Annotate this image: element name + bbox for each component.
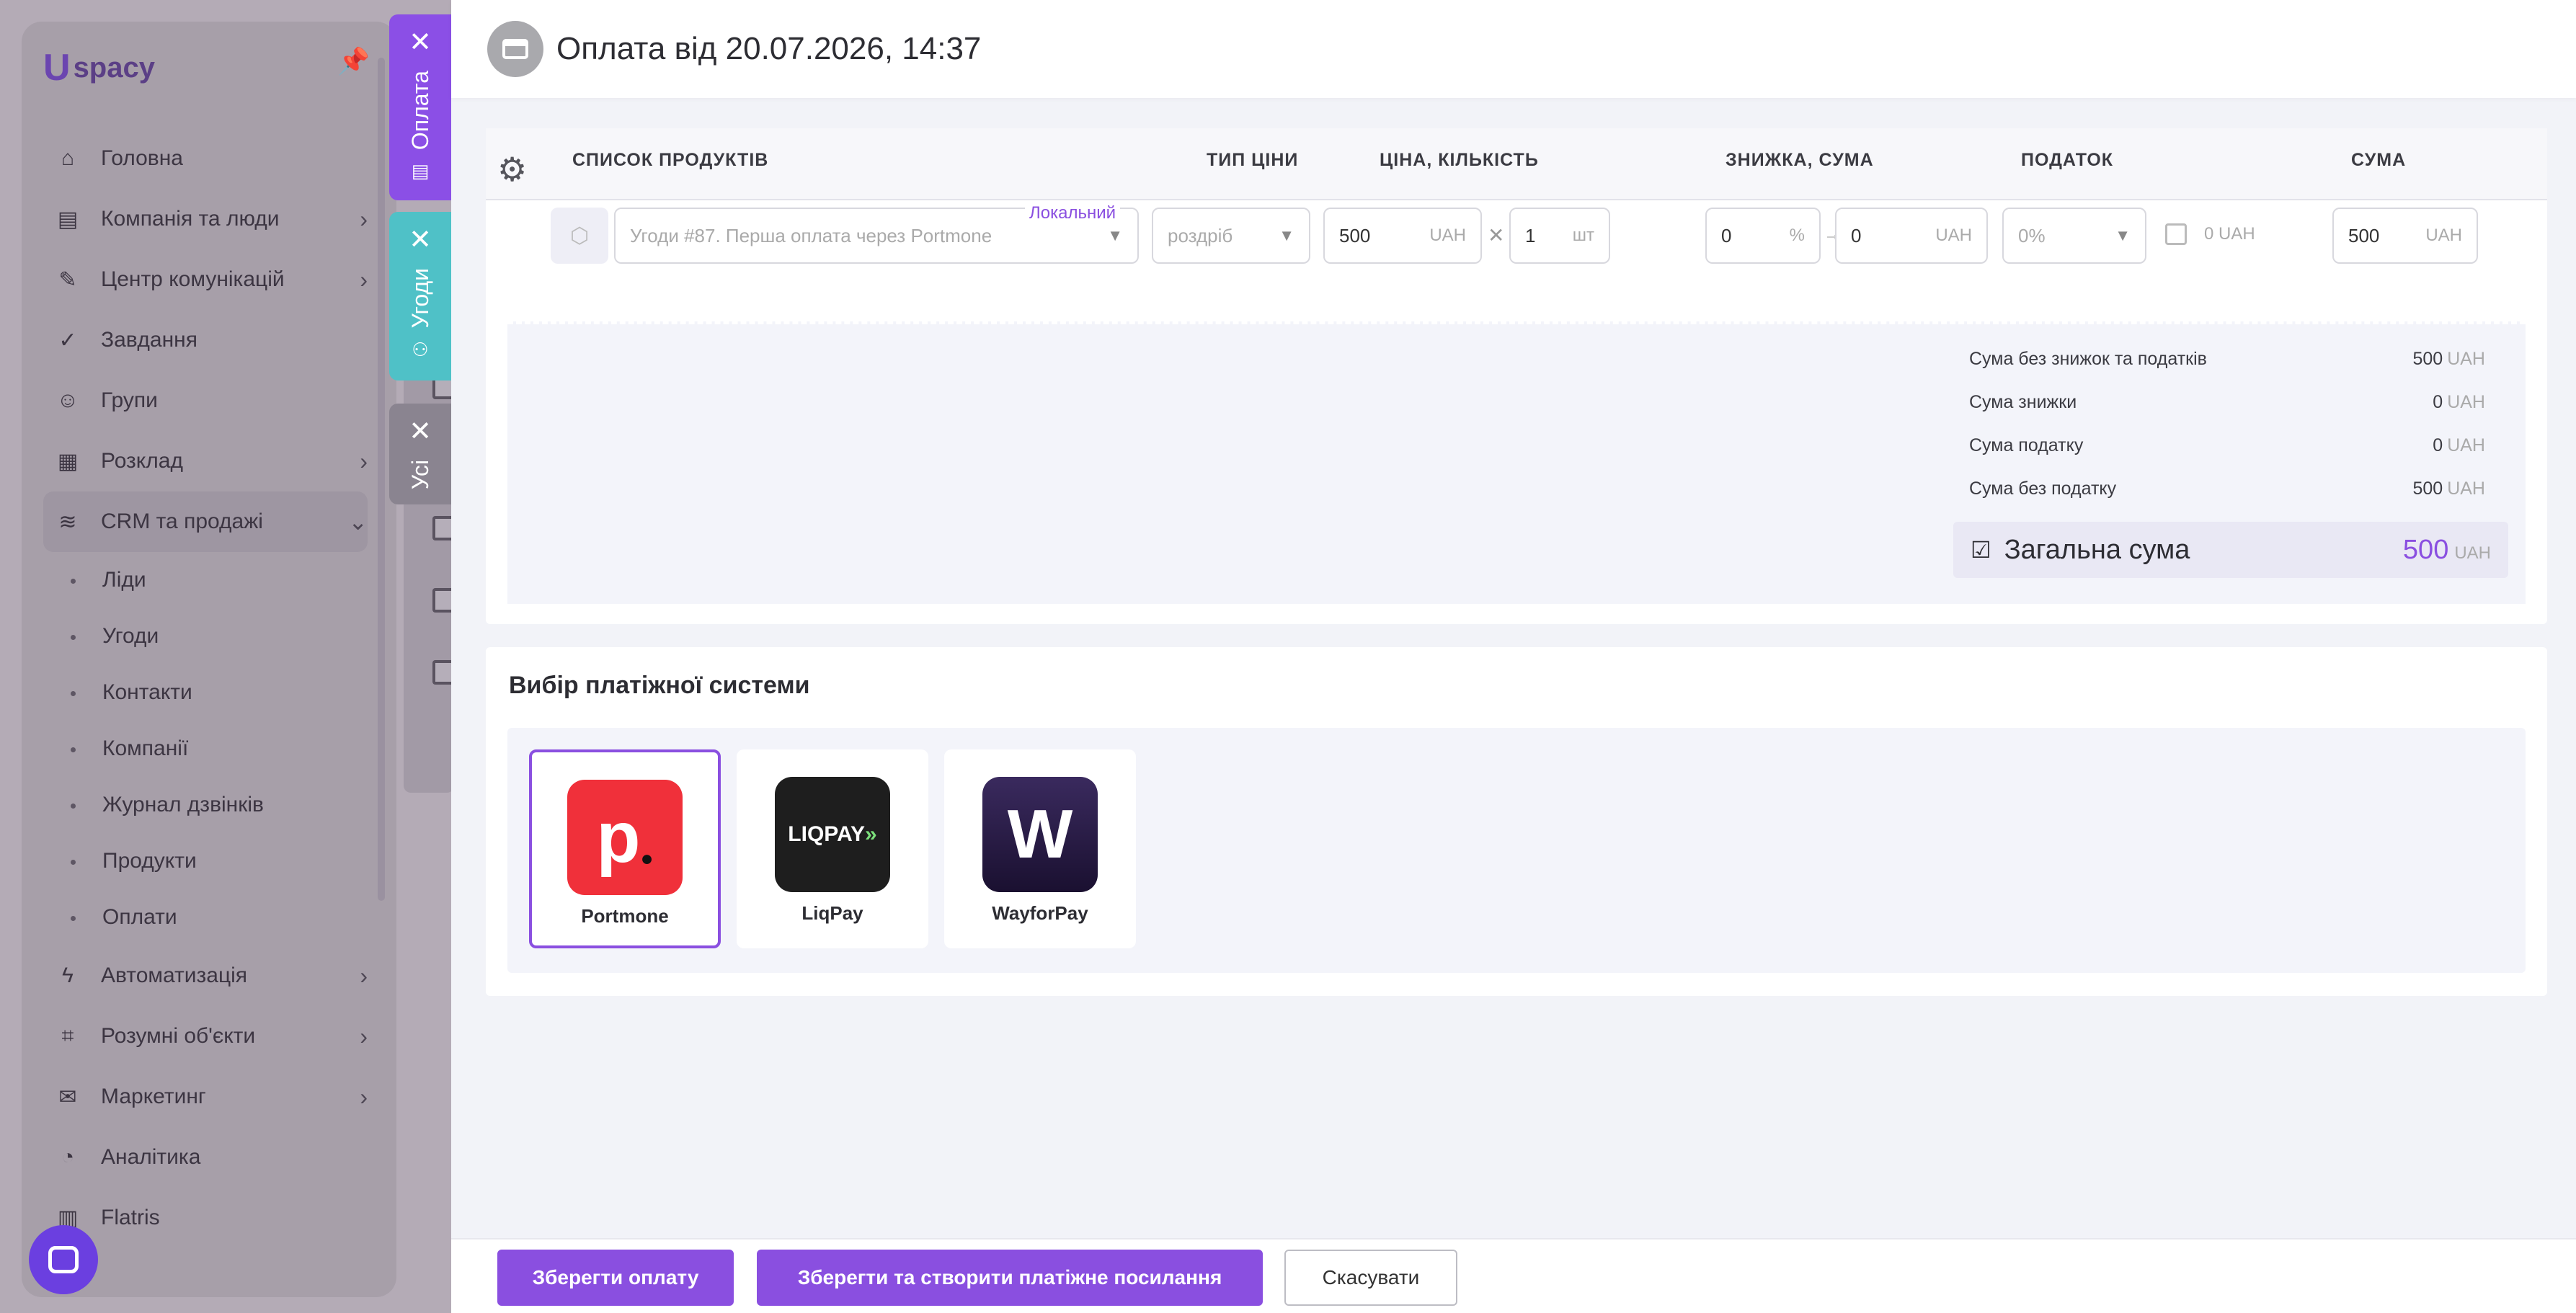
tax-amount: 0 UAH (2204, 224, 2255, 244)
panel-header: Оплата від 20.07.2026, 14:37 (451, 0, 2576, 98)
sidebar-item-tasks[interactable]: ✓ Завдання (50, 310, 368, 370)
liqpay-logo-icon: LIQPAY» (775, 777, 890, 892)
payment-panel: Оплата від 20.07.2026, 14:37 ⚙ СПИСОК ПР… (451, 0, 2576, 1313)
close-icon[interactable]: ✕ (409, 226, 432, 254)
column-price-qty: ЦІНА, КІЛЬКІСТЬ (1380, 150, 1539, 170)
chevron-down-icon: ⌄ (348, 509, 368, 535)
discount-sum-input[interactable]: 0 UAH (1835, 208, 1988, 264)
chat-icon: ✎ (58, 267, 77, 292)
summary-line: Сума податку 0 UAH (1969, 435, 2485, 455)
page-title: Оплата від 20.07.2026, 14:37 (556, 31, 982, 66)
app-logo[interactable]: Uspacy (43, 46, 155, 89)
payment-options: p ● Portmone LIQPAY» LiqPay W WayforPay (507, 728, 2526, 973)
local-badge: Локальний (1025, 203, 1121, 223)
payment-option-liqpay[interactable]: LIQPAY» LiqPay (737, 749, 928, 948)
summary-line: Сума без знижок та податків 500 UAH (1969, 349, 2485, 369)
chevron-right-icon: › (360, 1023, 368, 1049)
sidebar-subitem-contacts[interactable]: Контакти (50, 664, 368, 721)
payment-system-title: Вибір платіжної системи (509, 672, 810, 699)
column-price-type: ТИП ЦІНИ (1207, 150, 1299, 170)
sidebar-subitem-payments[interactable]: Оплати (50, 889, 368, 945)
chat-icon (48, 1246, 79, 1273)
tax-included-checkbox[interactable] (2165, 223, 2187, 245)
side-tab-all[interactable]: ✕ Усі (389, 404, 451, 504)
price-type-select[interactable]: роздріб ▼ (1152, 208, 1310, 264)
sidebar-item-marketing[interactable]: ✉ Маркетинг › (50, 1067, 368, 1127)
table-row: Угоди #87. Перша оплата через Portmone ▼ … (486, 200, 2547, 272)
discount-percent-input[interactable]: 0% (1705, 208, 1821, 264)
column-discount: ЗНИЖКА, СУМА (1726, 150, 1874, 170)
pin-icon[interactable]: 📌 (337, 46, 370, 76)
sidebar-nav: ⌂ Головна ▤ Компанія та люди › ✎ Центр комун… (43, 128, 368, 1248)
sidebar-subitem-companies[interactable]: Компанії (50, 721, 368, 777)
sidebar-item-smart-objects[interactable]: ⌗ Розумні об'єкти › (50, 1006, 368, 1067)
chevron-right-icon: › (360, 448, 368, 474)
products-card: ⚙ СПИСОК ПРОДУКТІВ ТИП ЦІНИ ЦІНА, КІЛЬКІ… (486, 128, 2547, 624)
deals-icon: ⚇ (412, 338, 429, 360)
payment-icon: ▤ (411, 160, 430, 182)
tax-select[interactable]: 0% ▼ (2002, 208, 2146, 264)
sidebar-item-company[interactable]: ▤ Компанія та люди › (50, 189, 368, 249)
dropdown-arrow-icon: ▼ (2115, 226, 2131, 244)
cancel-button[interactable]: Скасувати (1284, 1250, 1457, 1306)
crm-icon: ≋ (58, 509, 77, 534)
sidebar-item-home[interactable]: ⌂ Головна (50, 128, 368, 189)
close-icon[interactable]: ✕ (409, 418, 432, 445)
summary-line: Сума знижки 0 UAH (1969, 392, 2485, 412)
sidebar-item-automation[interactable]: ϟ Автоматизація › (50, 945, 368, 1006)
groups-icon: ☺ (56, 388, 79, 412)
marketing-icon: ✉ (58, 1085, 77, 1109)
total-sum: ☑ Загальна сума 500 UAH (1953, 522, 2508, 578)
dropdown-arrow-icon: ▼ (1279, 226, 1294, 244)
gear-icon[interactable]: ⚙ (497, 150, 528, 189)
side-tab-deals[interactable]: ✕ Угоди ⚇ (389, 212, 451, 380)
sidebar-subitem-deals[interactable]: Угоди (50, 608, 368, 664)
sidebar-subitem-products[interactable]: Продукти (50, 833, 368, 889)
sidebar-item-analytics[interactable]: ◔ Аналітика (50, 1127, 368, 1188)
dropdown-arrow-icon: ▼ (1107, 226, 1123, 244)
chevron-right-icon: › (360, 962, 368, 989)
chevron-right-icon: › (360, 205, 368, 232)
sidebar-item-crm[interactable]: ≋ CRM та продажі ⌄ (43, 491, 368, 552)
sidebar-item-flatris[interactable]: ▥ Flatris (50, 1188, 368, 1248)
sidebar-item-groups[interactable]: ☺ Групи (50, 370, 368, 431)
column-products: СПИСОК ПРОДУКТІВ (572, 150, 769, 170)
price-input[interactable]: 500 UAH (1323, 208, 1482, 264)
chevron-right-icon: › (360, 266, 368, 293)
sidebar-subitem-call-log[interactable]: Журнал дзвінків (50, 777, 368, 833)
multiply-icon: ✕ (1488, 224, 1505, 246)
chevron-right-icon: › (360, 1083, 368, 1110)
table-header: ⚙ СПИСОК ПРОДУКТІВ ТИП ЦІНИ ЦІНА, КІЛЬКІ… (486, 128, 2547, 200)
sidebar-item-schedule[interactable]: ▦ Розклад › (50, 431, 368, 491)
sidebar-scrollbar[interactable] (378, 58, 385, 901)
payment-system-card: Вибір платіжної системи p ● Portmone LIQP… (486, 647, 2547, 996)
company-icon: ▤ (57, 207, 79, 231)
sidebar-item-communications[interactable]: ✎ Центр комунікацій › (50, 249, 368, 310)
home-icon: ⌂ (61, 146, 75, 170)
save-payment-button[interactable]: Зберегти оплату (497, 1250, 734, 1306)
receipt-icon: ☑ (1971, 537, 1991, 563)
calendar-icon: ▦ (57, 449, 79, 473)
analytics-icon: ◔ (61, 1145, 75, 1169)
payment-option-wayforpay[interactable]: W WayforPay (944, 749, 1136, 948)
save-and-create-link-button[interactable]: Зберегти та створити платіжне посилання (757, 1250, 1263, 1306)
check-icon: ✓ (58, 328, 77, 352)
close-icon[interactable]: ✕ (409, 29, 432, 56)
sum-input[interactable]: 500 UAH (2332, 208, 2478, 264)
quantity-input[interactable]: 1 шт (1509, 208, 1610, 264)
smart-object-icon: ⌗ (61, 1024, 74, 1048)
side-tab-payment[interactable]: ✕ Оплата ▤ (389, 14, 451, 200)
portmone-logo-icon: p ● (567, 780, 683, 895)
panel-footer: Зберегти оплату Зберегти та створити пла… (451, 1238, 2576, 1313)
wayforpay-logo-icon: W (982, 777, 1098, 892)
column-sum: СУМА (2351, 150, 2407, 170)
sidebar-subitem-leads[interactable]: Ліди (50, 552, 368, 608)
payment-option-portmone[interactable]: p ● Portmone (529, 749, 721, 948)
lightning-icon: ϟ (62, 963, 74, 987)
column-tax: ПОДАТОК (2021, 150, 2114, 170)
summary-line: Сума без податку 500 UAH (1969, 479, 2485, 499)
support-chat-button[interactable] (29, 1225, 98, 1294)
card-icon (487, 21, 543, 77)
